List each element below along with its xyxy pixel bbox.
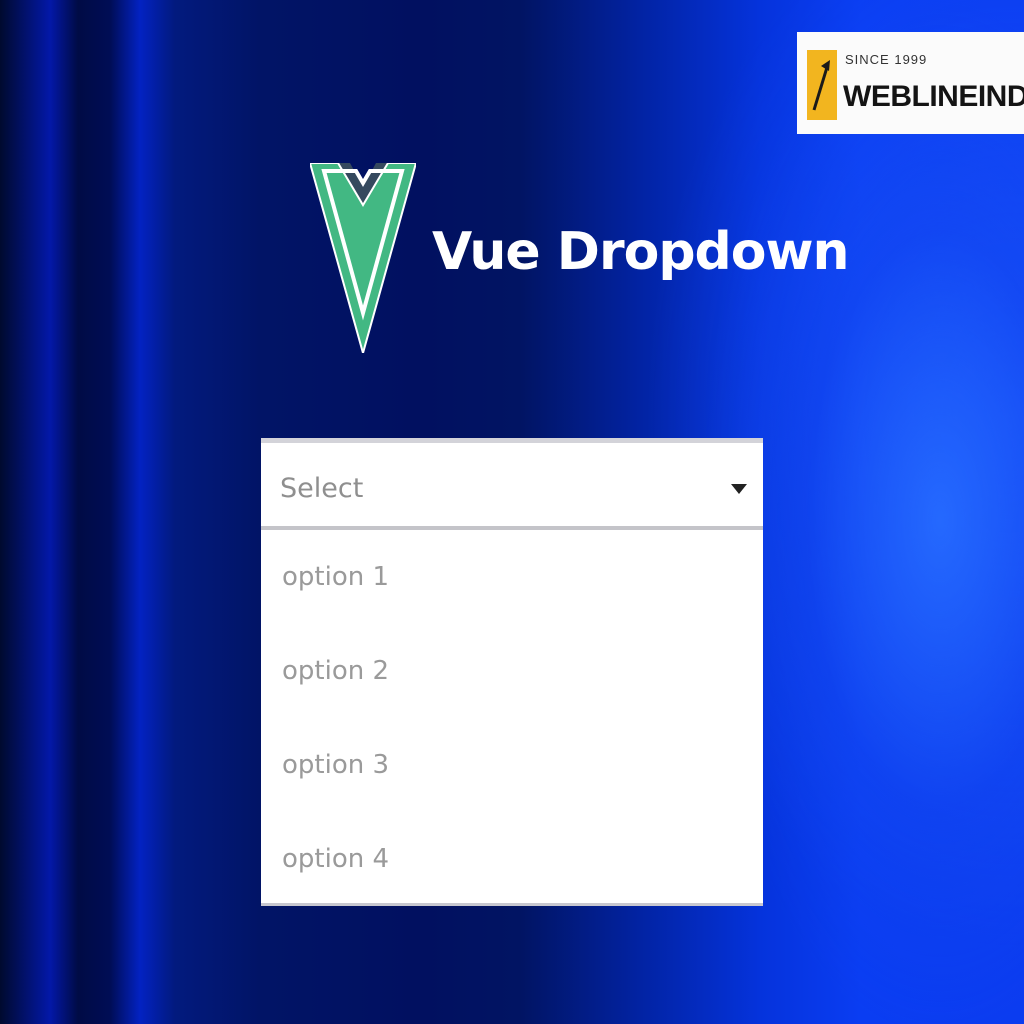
caret-down-icon[interactable] [731, 484, 747, 494]
dropdown-option[interactable]: option 3 [261, 718, 763, 812]
brand-since: SINCE 1999 [845, 52, 928, 67]
dropdown-option[interactable]: option 4 [261, 812, 763, 906]
brand-badge: SINCE 1999 WEBLINEINDIA [797, 32, 1024, 134]
page-title: Vue Dropdown [432, 222, 850, 282]
dropdown-menu: option 1 option 2 option 3 option 4 [261, 530, 763, 906]
brand-name: WEBLINEINDIA [843, 80, 1024, 113]
dropdown-select[interactable]: Select [261, 438, 763, 530]
brand-mark-icon [807, 50, 837, 120]
vue-logo-icon [308, 162, 418, 357]
dropdown: Select option 1 option 2 option 3 option… [261, 438, 763, 906]
dropdown-placeholder: Select [280, 473, 364, 504]
dropdown-option[interactable]: option 1 [261, 530, 763, 624]
dropdown-option[interactable]: option 2 [261, 624, 763, 718]
